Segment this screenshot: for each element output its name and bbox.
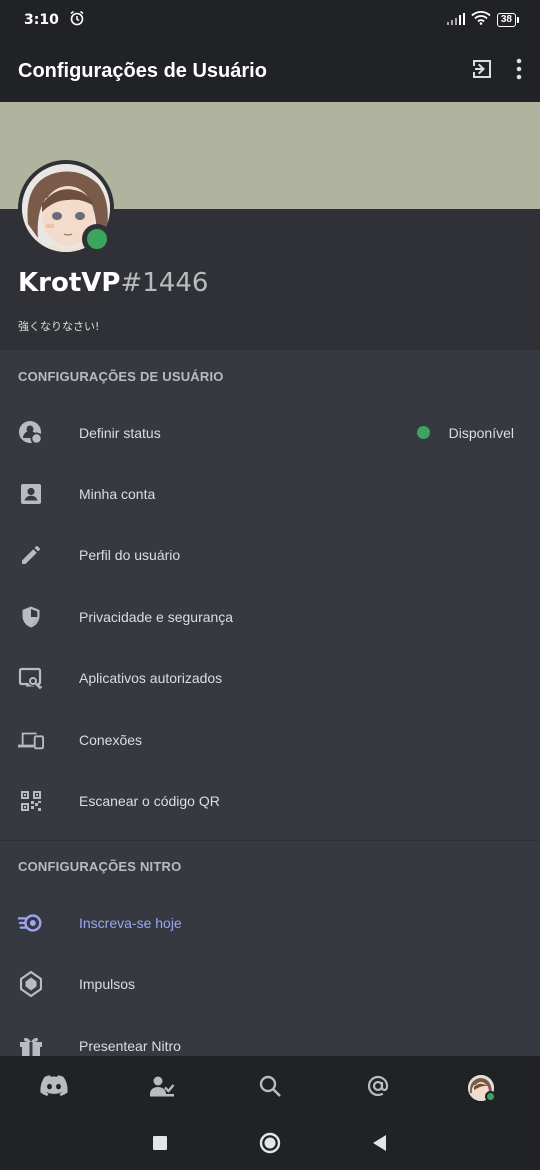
settings-item-label: Definir status bbox=[79, 424, 161, 441]
online-status-indicator bbox=[484, 1090, 496, 1102]
settings-item-authorized-apps[interactable]: Aplicativos autorizados bbox=[0, 647, 540, 708]
section-header-nitro-settings: CONFIGURAÇÕES NITRO bbox=[18, 859, 182, 874]
settings-item-label: Presentear Nitro bbox=[79, 1037, 181, 1054]
current-status-label: Disponível bbox=[448, 424, 514, 441]
app-bar: Configurações de Usuário bbox=[0, 40, 540, 102]
gift-icon bbox=[18, 1033, 44, 1059]
settings-item-label: Escanear o código QR bbox=[79, 792, 220, 809]
logout-icon[interactable] bbox=[470, 57, 494, 86]
back-icon[interactable] bbox=[373, 1134, 387, 1156]
discord-home-icon bbox=[40, 1074, 68, 1102]
current-status: Disponível bbox=[416, 424, 514, 441]
friends-icon bbox=[149, 1074, 175, 1103]
signal-icon bbox=[446, 12, 465, 29]
settings-item-label: Impulsos bbox=[79, 975, 136, 992]
system-navigation-bar bbox=[0, 1120, 540, 1170]
profile-bio: 強くなりなさい! bbox=[18, 320, 100, 333]
settings-item-connections[interactable]: Conexões bbox=[0, 709, 540, 770]
more-options-icon[interactable] bbox=[516, 58, 522, 85]
boost-icon bbox=[18, 970, 44, 997]
settings-item-boosts[interactable]: Impulsos bbox=[0, 953, 540, 1014]
nav-tab-profile[interactable] bbox=[432, 1056, 540, 1120]
account-icon bbox=[18, 481, 44, 507]
shield-icon bbox=[18, 604, 44, 630]
settings-item-label: Privacidade e segurança bbox=[79, 608, 234, 625]
section-header-user-settings: CONFIGURAÇÕES DE USUÁRIO bbox=[18, 369, 224, 384]
nitro-icon bbox=[18, 910, 44, 936]
alarm-icon bbox=[69, 10, 85, 30]
status-bar: 3:10 38 bbox=[0, 0, 540, 40]
settings-item-privacy-safety[interactable]: Privacidade e segurança bbox=[0, 586, 540, 647]
settings-item-set-status[interactable]: Definir status Disponível bbox=[0, 402, 540, 463]
status-icon bbox=[18, 420, 44, 446]
battery-indicator: 38 bbox=[496, 13, 520, 27]
nav-tab-search[interactable] bbox=[216, 1056, 324, 1120]
nav-tab-friends[interactable] bbox=[108, 1056, 216, 1120]
username-discriminator: #1446 bbox=[120, 268, 209, 298]
settings-item-label: Conexões bbox=[79, 731, 143, 748]
settings-item-user-profile[interactable]: Perfil do usuário bbox=[0, 524, 540, 585]
wifi-icon bbox=[471, 11, 491, 29]
settings-item-label: Perfil do usuário bbox=[79, 546, 181, 563]
username: KrotVP#1446 bbox=[18, 268, 208, 298]
username-name: KrotVP bbox=[18, 268, 121, 298]
qr-code-icon bbox=[18, 788, 44, 814]
search-icon bbox=[258, 1074, 282, 1103]
nav-tab-home[interactable] bbox=[0, 1056, 108, 1120]
online-status-indicator bbox=[82, 224, 112, 254]
settings-item-label: Minha conta bbox=[79, 485, 156, 502]
devices-icon bbox=[18, 727, 44, 753]
mention-icon bbox=[366, 1074, 390, 1103]
online-status-dot bbox=[416, 426, 430, 439]
settings-item-label: Inscreva-se hoje bbox=[79, 914, 182, 931]
pencil-icon bbox=[18, 542, 44, 568]
settings-item-label: Aplicativos autorizados bbox=[79, 669, 223, 686]
settings-item-subscribe-nitro[interactable]: Inscreva-se hoje bbox=[0, 892, 540, 953]
home-icon[interactable] bbox=[259, 1132, 281, 1159]
section-divider bbox=[0, 840, 540, 841]
nav-tab-mentions[interactable] bbox=[324, 1056, 432, 1120]
bottom-navigation bbox=[0, 1056, 540, 1120]
recents-icon[interactable] bbox=[153, 1135, 167, 1155]
settings-item-scan-qr[interactable]: Escanear o código QR bbox=[0, 770, 540, 831]
page-title: Configurações de Usuário bbox=[18, 59, 267, 82]
clock: 3:10 bbox=[24, 12, 59, 28]
authorized-apps-icon bbox=[18, 665, 44, 691]
settings-item-my-account[interactable]: Minha conta bbox=[0, 463, 540, 524]
